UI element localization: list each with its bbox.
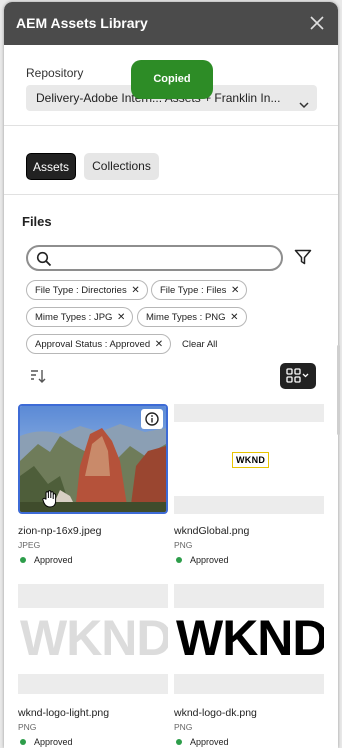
asset-type: PNG: [174, 722, 193, 732]
filter-chip-file-type-files[interactable]: File Type : Files ✕: [151, 280, 248, 300]
asset-type: PNG: [18, 722, 37, 732]
status-dot: [176, 738, 182, 745]
asset-thumbnail-wknd-global[interactable]: WKND: [174, 404, 324, 514]
search-icon: [36, 251, 52, 267]
status-badge: Approved: [176, 555, 229, 565]
status-badge: Approved: [20, 555, 73, 565]
wknd-logo-light: WKND: [20, 610, 168, 666]
tab-collections[interactable]: Collections: [84, 153, 159, 180]
remove-icon[interactable]: ✕: [131, 281, 139, 300]
thumbnail-letterbox: [18, 674, 168, 694]
repository-label: Repository: [26, 66, 84, 80]
hand-cursor-icon: [42, 490, 58, 512]
divider: [4, 125, 338, 126]
asset-thumbnail-wknd-logo-light[interactable]: WKND: [18, 584, 168, 694]
chevron-down-icon: [299, 93, 309, 111]
scrollbar[interactable]: [337, 345, 340, 435]
copied-toast: Copied: [131, 60, 213, 99]
wknd-logo-small: WKND: [232, 452, 270, 468]
remove-icon[interactable]: ✕: [231, 281, 239, 300]
asset-thumbnail-wknd-logo-dk[interactable]: WKND: [174, 584, 324, 694]
status-badge: Approved: [176, 737, 229, 747]
thumbnail-letterbox: [174, 496, 324, 514]
window-title: AEM Assets Library: [16, 15, 148, 31]
thumbnail-letterbox: [18, 584, 168, 608]
clear-all-link[interactable]: Clear All: [182, 339, 217, 350]
info-button[interactable]: [141, 409, 163, 429]
grid-view-icon: [286, 368, 309, 383]
asset-name[interactable]: wknd-logo-light.png: [18, 707, 109, 719]
remove-icon[interactable]: ✕: [155, 335, 163, 354]
info-icon: [145, 412, 159, 426]
asset-name[interactable]: wkndGlobal.png: [174, 525, 249, 537]
divider: [4, 194, 338, 195]
filter-chip-mime-jpg[interactable]: Mime Types : JPG ✕: [26, 307, 134, 327]
title-bar: AEM Assets Library: [4, 2, 338, 45]
asset-thumbnail-zion[interactable]: [18, 404, 168, 514]
thumbnail-letterbox: [174, 674, 324, 694]
status-dot: [20, 738, 26, 745]
asset-type: PNG: [174, 540, 193, 550]
tab-assets[interactable]: Assets: [26, 153, 76, 180]
remove-icon[interactable]: ✕: [117, 308, 125, 327]
thumbnail-letterbox: [174, 404, 324, 422]
files-heading: Files: [22, 214, 52, 229]
close-icon[interactable]: [306, 12, 328, 34]
remove-icon[interactable]: ✕: [230, 308, 238, 327]
search-input[interactable]: [26, 245, 283, 271]
asset-type: JPEG: [18, 540, 41, 550]
assets-library-panel: AEM Assets Library Repository Delivery-A…: [4, 2, 338, 748]
filter-icon[interactable]: [294, 248, 312, 271]
thumbnail-letterbox: [174, 584, 324, 608]
view-toggle-button[interactable]: [280, 363, 316, 389]
filter-chip-mime-png[interactable]: Mime Types : PNG ✕: [137, 307, 247, 327]
sort-icon[interactable]: [30, 368, 46, 389]
asset-name[interactable]: wknd-logo-dk.png: [174, 707, 257, 719]
filter-chip-file-type-directories[interactable]: File Type : Directories ✕: [26, 280, 148, 300]
status-dot: [20, 556, 26, 563]
status-dot: [176, 556, 182, 563]
asset-name[interactable]: zion-np-16x9.jpeg: [18, 525, 101, 537]
filter-chip-approval-status[interactable]: Approval Status : Approved ✕: [26, 334, 172, 354]
status-badge: Approved: [20, 737, 73, 747]
wknd-logo-dark: WKND: [176, 610, 324, 666]
